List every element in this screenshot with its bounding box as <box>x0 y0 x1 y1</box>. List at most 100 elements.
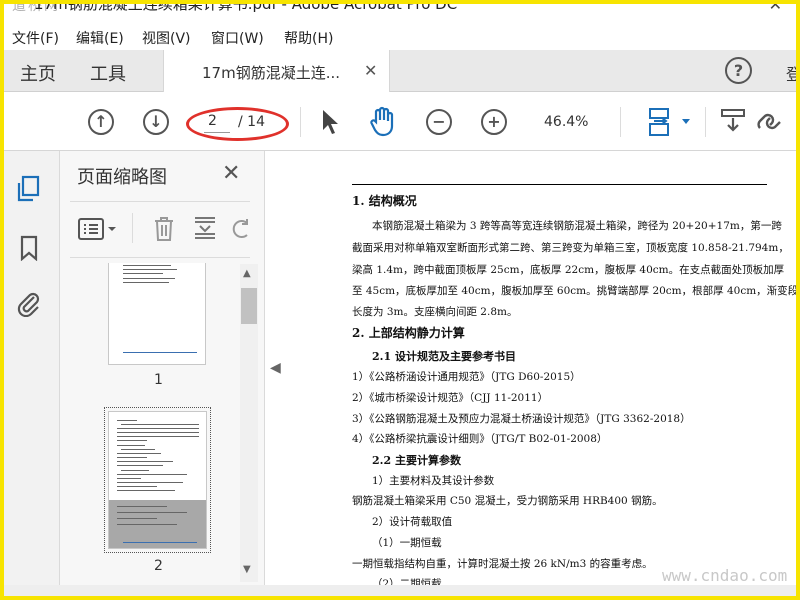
thumbnail-footer-line <box>123 352 197 353</box>
thumbnail-text-line <box>117 524 177 525</box>
thumbnail-text-line <box>117 461 173 462</box>
rotate-page-icon[interactable] <box>232 217 252 241</box>
previous-page-icon[interactable]: ↑ <box>88 109 114 135</box>
thumbnail-page-number: 2 <box>154 558 163 574</box>
thumbnail-footer-line <box>123 542 197 543</box>
menu-bar: 文件(F) 编辑(E) 视图(V) 窗口(W) 帮助(H) <box>0 22 800 50</box>
paragraph-line: 至 45cm，底板厚加至 40cm，腹板加厚至 60cm。挑臂端部厚 20cm，… <box>352 285 796 297</box>
thumbnail-text-line <box>123 278 175 279</box>
menu-help[interactable]: 帮助(H) <box>284 28 333 48</box>
thumbnail-text-line <box>117 428 199 429</box>
navigation-pane-strip <box>0 151 60 600</box>
panel-title: 页面缩略图 <box>77 167 167 188</box>
section-heading: 2. 上部结构静力计算 <box>352 326 465 340</box>
toolbar-divider <box>705 107 706 137</box>
toolbar-divider <box>620 107 621 137</box>
pages-icon[interactable] <box>16 175 42 203</box>
title-bar: 道桥网 17m钢筋混凝土连续箱梁计算书.pdf - Adobe Acrobat … <box>0 0 800 22</box>
tab-tools[interactable]: 工具 <box>90 60 126 86</box>
tab-document[interactable]: 17m钢筋混凝土连... ✕ <box>163 50 390 92</box>
page-header-rule <box>352 184 767 185</box>
page-annotation-ellipse <box>186 107 289 141</box>
paragraph-line: 长度为 3m。支座横向间距 2.8m。 <box>352 306 518 318</box>
thumbnail-text-line <box>121 424 199 425</box>
page-thumbnails-panel: 页面缩略图 ✕ 1 2 <box>60 151 265 585</box>
menu-view[interactable]: 视图(V) <box>142 28 191 48</box>
paragraph-line: 梁高 1.4m，跨中截面顶板厚 25cm，底板厚 22cm，腹板厚 40cm。在… <box>352 264 785 276</box>
thumbnail-text-line <box>117 445 145 446</box>
panel-divider <box>132 213 133 243</box>
thumbnail-scrollbar[interactable]: ▲ ▼ <box>240 264 258 582</box>
panel-divider <box>70 257 250 258</box>
thumbnail-text-line <box>117 506 167 507</box>
thumbnail-text-line <box>117 436 199 437</box>
scroll-mode-icon[interactable] <box>720 108 746 136</box>
thumbnail-text-line <box>121 449 155 450</box>
reference-item: 4）《公路桥梁抗震设计细则》（JTG/T B02-01-2008） <box>352 433 608 445</box>
window-title: 17m钢筋混凝土连续箱梁计算书.pdf - Adobe Acrobat Pro … <box>34 0 458 13</box>
help-icon[interactable]: ? <box>725 57 752 84</box>
bookmark-icon[interactable] <box>19 235 39 261</box>
reference-item: 2）《城市桥梁设计规范》（CJJ 11-2011） <box>352 392 549 404</box>
thumbnail-selection[interactable] <box>104 407 211 553</box>
thumbnail-text-line <box>121 470 149 471</box>
thumbnail-text-line <box>117 474 187 475</box>
share-link-icon[interactable] <box>754 108 786 136</box>
thumbnail-text-line <box>117 440 147 441</box>
thumbnail-text-line <box>117 478 141 479</box>
scrollbar-thumb[interactable] <box>241 288 257 324</box>
thumbnail-page[interactable] <box>108 263 206 365</box>
hand-tool-icon[interactable] <box>368 106 398 138</box>
menu-edit[interactable]: 编辑(E) <box>76 28 124 48</box>
zoom-level[interactable]: 46.4% <box>544 114 588 130</box>
thumbnail-page-number: 1 <box>154 372 163 388</box>
paragraph-line: 截面采用对称单箱双室断面形式第二跨、第三跨变为单箱三室，顶板宽度 10.858-… <box>352 242 789 254</box>
thumbnail-text-line <box>123 282 169 283</box>
scroll-up-arrow-icon[interactable]: ▲ <box>243 268 251 279</box>
zoom-in-icon[interactable]: + <box>481 109 507 135</box>
thumbnail-text-line <box>117 490 175 491</box>
paragraph-line: 1）主要材料及其设计参数 <box>372 475 495 487</box>
panel-divider <box>70 201 250 202</box>
thumbnail-text-line <box>123 269 177 270</box>
attachment-icon[interactable] <box>16 289 42 317</box>
toolbar: ↑ ↓ 2 / 14 − + 46.4% <box>0 93 800 151</box>
sign-in-button[interactable]: 登 <box>786 61 800 85</box>
toolbar-divider <box>300 107 301 137</box>
paragraph-line: 钢筋混凝土箱梁采用 C50 混凝土，受力钢筋采用 HRB400 钢筋。 <box>352 495 663 507</box>
thumbnail-page[interactable] <box>108 411 207 549</box>
options-menu-icon[interactable] <box>77 217 119 241</box>
select-cursor-icon[interactable] <box>320 108 340 136</box>
subsection-heading: 2.1 设计规范及主要参考书目 <box>372 350 516 363</box>
document-view[interactable]: 1. 结构概况 本钢筋混凝土箱梁为 3 跨等高等宽连续钢筋混凝土箱梁，跨径为 2… <box>290 151 796 585</box>
thumbnail-text-line <box>117 453 161 454</box>
paragraph-line: 本钢筋混凝土箱梁为 3 跨等高等宽连续钢筋混凝土箱梁，跨径为 20+20+17m… <box>372 220 782 232</box>
reference-item: 3）《公路钢筋混凝土及预应力混凝土桥涵设计规范》（JTG 3362-2018） <box>352 413 691 425</box>
delete-page-icon[interactable] <box>152 215 176 243</box>
tab-home[interactable]: 主页 <box>20 60 56 86</box>
close-tab-icon[interactable]: ✕ <box>364 61 377 80</box>
zoom-out-icon[interactable]: − <box>426 109 452 135</box>
thumbnail-text-line <box>117 432 199 433</box>
thumbnail-text-line <box>123 273 163 274</box>
scroll-down-arrow-icon[interactable]: ▼ <box>243 564 251 575</box>
thumbnail-text-line <box>117 420 137 421</box>
page-display-icon[interactable] <box>648 107 694 137</box>
bottom-strip <box>0 585 800 600</box>
collapse-panel-icon[interactable]: ◀ <box>270 360 281 376</box>
tab-bar: 主页 工具 17m钢筋混凝土连... ✕ ? 登 <box>0 50 800 92</box>
next-page-icon[interactable]: ↓ <box>143 109 169 135</box>
thumbnail-text-line <box>117 465 163 466</box>
thumbnail-text-line <box>117 457 147 458</box>
menu-window[interactable]: 窗口(W) <box>211 28 264 48</box>
paragraph-line: 2）设计荷载取值 <box>372 516 453 528</box>
paragraph-line: （1）一期恒载 <box>372 537 442 549</box>
thumbnail-text-line <box>117 518 157 519</box>
menu-file[interactable]: 文件(F) <box>12 28 59 48</box>
close-panel-icon[interactable]: ✕ <box>222 161 240 186</box>
window-close-button[interactable]: ✕ <box>769 0 782 13</box>
thumbnail-text-line <box>117 512 187 513</box>
insert-page-icon[interactable] <box>192 215 218 243</box>
thumbnail-text-line <box>117 486 157 487</box>
section-heading: 1. 结构概况 <box>352 194 417 208</box>
